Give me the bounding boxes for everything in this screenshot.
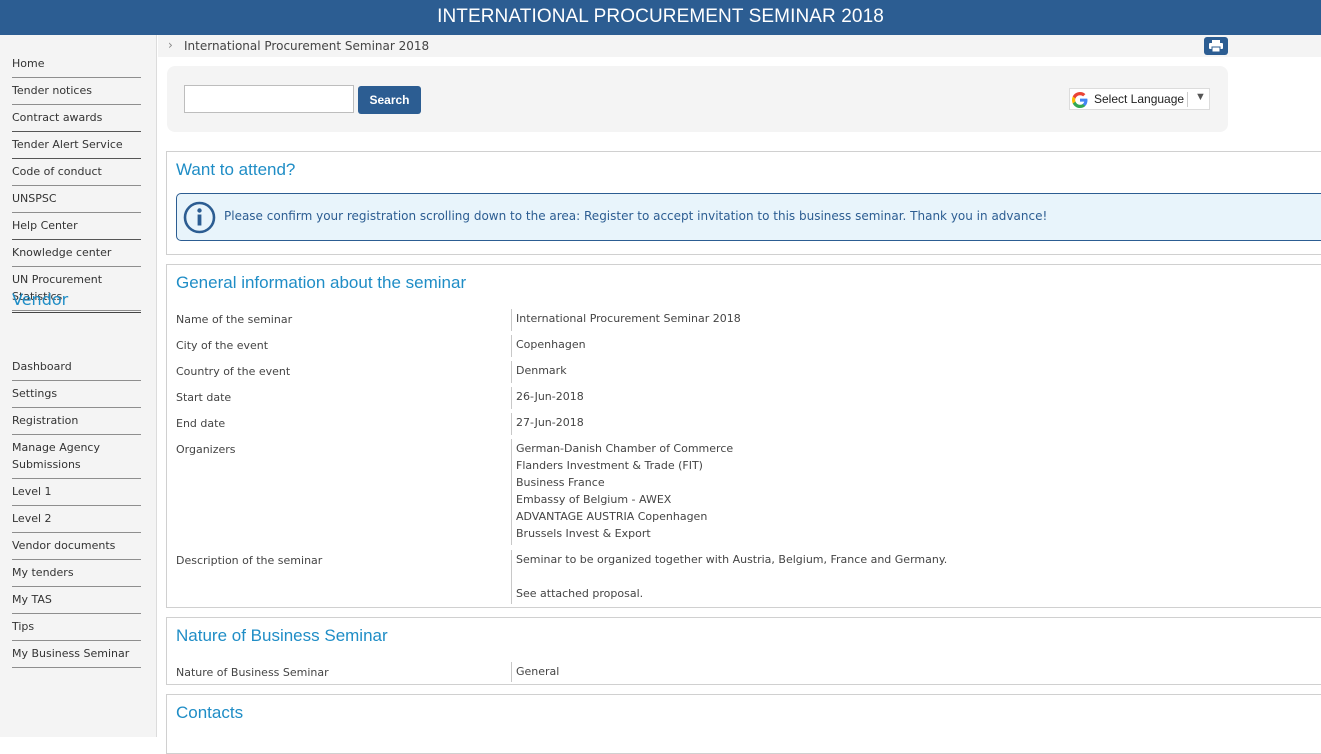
field-value-start-date: 26-Jun-2018 bbox=[516, 390, 584, 403]
sidebar-item-manage-agency-submissions[interactable]: Manage Agency Submissions bbox=[12, 439, 141, 479]
field-label-nature: Nature of Business Seminar bbox=[176, 666, 329, 679]
sidebar-item-tender-alert-service[interactable]: Tender Alert Service bbox=[12, 136, 141, 159]
sidebar-item-my-tenders[interactable]: My tenders bbox=[12, 564, 141, 587]
row-divider bbox=[511, 361, 512, 383]
page-header: INTERNATIONAL PROCUREMENT SEMINAR 2018 bbox=[0, 0, 1321, 35]
field-label-end-date: End date bbox=[176, 417, 226, 430]
field-value-city: Copenhagen bbox=[516, 338, 586, 351]
sidebar-item-level-2[interactable]: Level 2 bbox=[12, 510, 141, 533]
field-label-organizers: Organizers bbox=[176, 443, 236, 456]
info-notice-text: Please confirm your registration scrolli… bbox=[224, 209, 1048, 223]
sidebar-item-contract-awards[interactable]: Contract awards bbox=[12, 109, 141, 132]
field-value-nature: General bbox=[516, 665, 560, 678]
sidebar-item-tender-notices[interactable]: Tender notices bbox=[12, 82, 141, 105]
field-value-country: Denmark bbox=[516, 364, 567, 377]
row-divider bbox=[511, 387, 512, 409]
search-input[interactable] bbox=[184, 85, 354, 113]
field-value-description-line: See attached proposal. bbox=[516, 587, 644, 600]
language-select-label: Select Language bbox=[1094, 92, 1185, 106]
breadcrumb-current: International Procurement Seminar 2018 bbox=[184, 39, 430, 53]
sidebar-item-registration[interactable]: Registration bbox=[12, 412, 141, 435]
sidebar-item-dashboard[interactable]: Dashboard bbox=[12, 358, 141, 381]
row-divider bbox=[511, 335, 512, 357]
chevron-right-icon: › bbox=[168, 38, 173, 52]
organizer-item: Business France bbox=[516, 476, 605, 489]
sidebar-item-unspsc[interactable]: UNSPSC bbox=[12, 190, 141, 213]
contacts-panel bbox=[166, 694, 1321, 754]
row-divider bbox=[511, 662, 512, 682]
organizer-item: Flanders Investment & Trade (FIT) bbox=[516, 459, 703, 472]
nature-title: Nature of Business Seminar bbox=[176, 626, 388, 645]
field-label-seminar-name: Name of the seminar bbox=[176, 313, 293, 326]
print-button[interactable] bbox=[1204, 37, 1228, 55]
google-icon bbox=[1072, 92, 1088, 108]
organizer-item: German-Danish Chamber of Commerce bbox=[516, 442, 734, 455]
info-icon bbox=[183, 201, 216, 234]
sidebar-item-my-tas[interactable]: My TAS bbox=[12, 591, 141, 614]
sidebar-item-my-business-seminar[interactable]: My Business Seminar bbox=[12, 645, 141, 668]
row-divider bbox=[511, 413, 512, 435]
sidebar-item-home[interactable]: Home bbox=[12, 55, 141, 78]
triangle-down-icon: ▼ bbox=[1195, 91, 1206, 103]
sidebar-item-code-of-conduct[interactable]: Code of conduct bbox=[12, 163, 141, 186]
field-label-description: Description of the seminar bbox=[176, 554, 323, 567]
sidebar-vendor-heading: Vendor bbox=[12, 290, 141, 313]
sidebar-item-tips[interactable]: Tips bbox=[12, 618, 141, 641]
organizer-item: ADVANTAGE AUSTRIA Copenhagen bbox=[516, 510, 708, 523]
organizer-item: Embassy of Belgium - AWEX bbox=[516, 493, 672, 506]
row-divider bbox=[511, 309, 512, 331]
organizer-item: Brussels Invest & Export bbox=[516, 527, 651, 540]
field-label-start-date: Start date bbox=[176, 391, 232, 404]
sidebar-item-knowledge-center[interactable]: Knowledge center bbox=[12, 244, 141, 267]
printer-icon bbox=[1209, 40, 1223, 52]
search-button[interactable]: Search bbox=[358, 86, 421, 114]
field-value-end-date: 27-Jun-2018 bbox=[516, 416, 584, 429]
row-divider bbox=[511, 439, 512, 545]
general-info-title: General information about the seminar bbox=[176, 273, 467, 292]
field-label-country: Country of the event bbox=[176, 365, 291, 378]
field-label-city: City of the event bbox=[176, 339, 269, 352]
page-title: INTERNATIONAL PROCUREMENT SEMINAR 2018 bbox=[437, 6, 884, 27]
attend-title: Want to attend? bbox=[176, 160, 296, 179]
sidebar-item-settings[interactable]: Settings bbox=[12, 385, 141, 408]
field-value-seminar-name: International Procurement Seminar 2018 bbox=[516, 312, 741, 325]
language-select[interactable]: Select Language ▼ bbox=[1069, 88, 1210, 110]
sidebar-item-help-center[interactable]: Help Center bbox=[12, 217, 141, 240]
field-value-description-line: Seminar to be organized together with Au… bbox=[516, 553, 948, 566]
row-divider bbox=[511, 550, 512, 604]
sidebar-item-vendor-documents[interactable]: Vendor documents bbox=[12, 537, 141, 560]
language-select-divider bbox=[1187, 92, 1188, 107]
contacts-title: Contacts bbox=[176, 703, 244, 722]
sidebar-item-level-1[interactable]: Level 1 bbox=[12, 483, 141, 506]
